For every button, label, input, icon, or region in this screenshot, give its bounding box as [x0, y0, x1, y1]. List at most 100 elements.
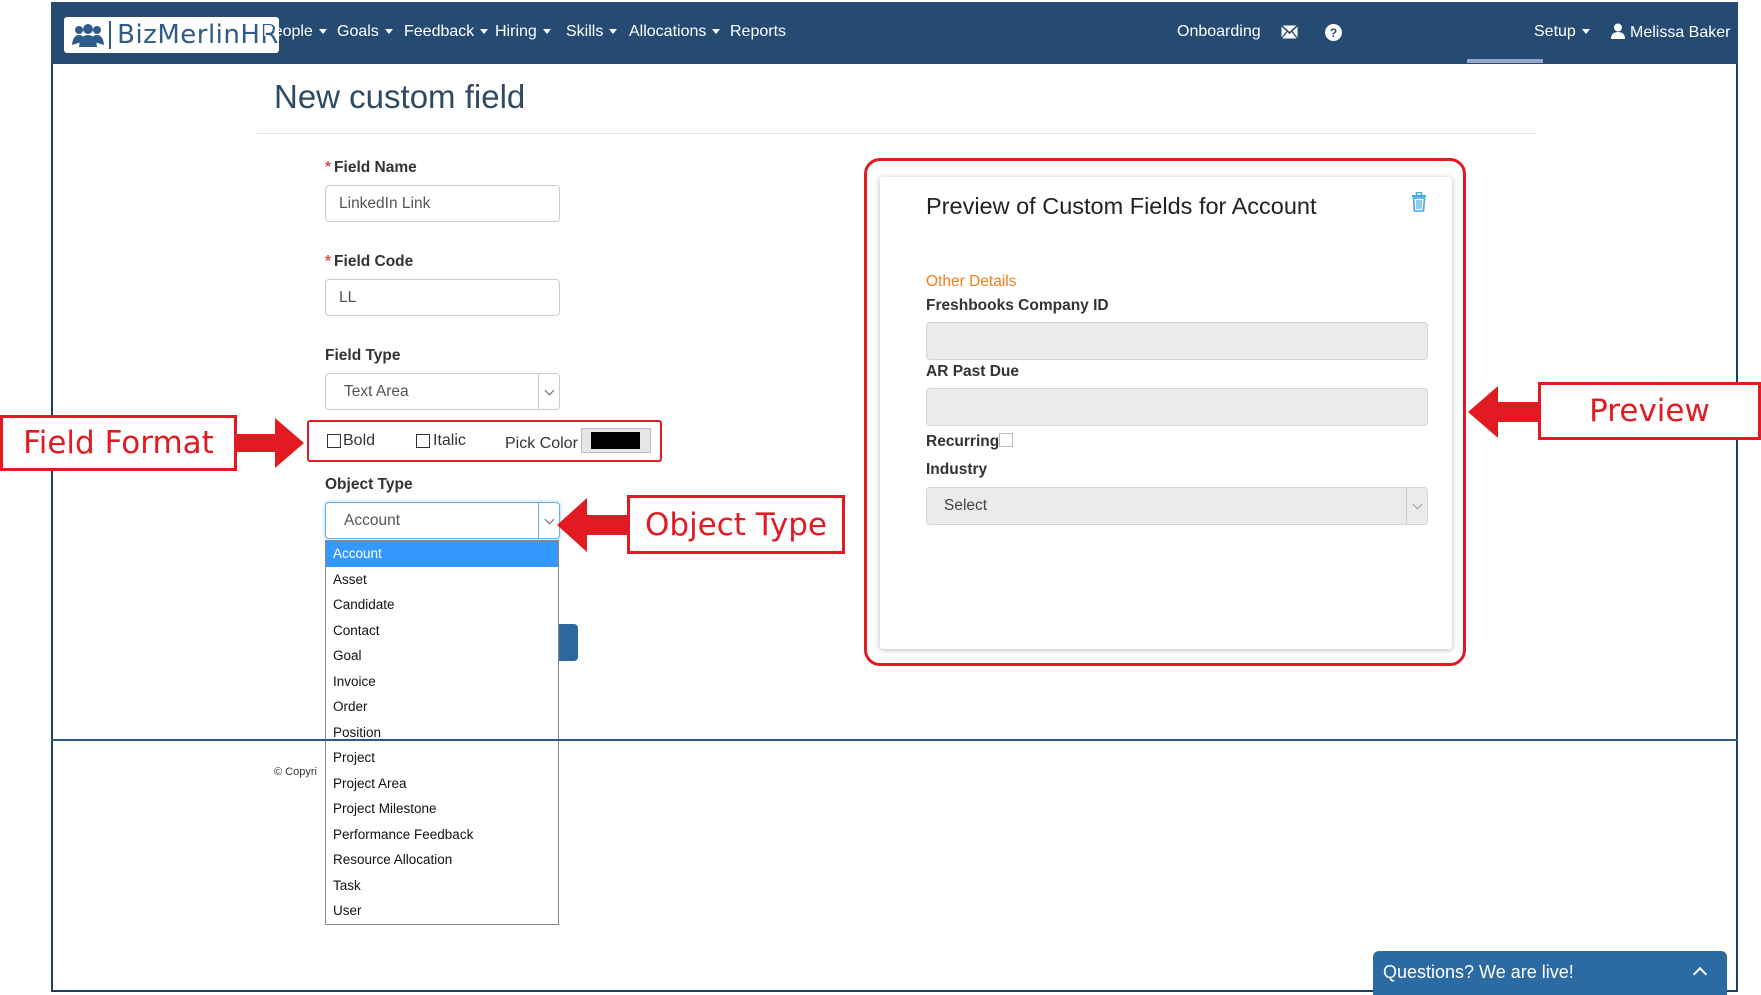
color-picker-button[interactable] [581, 428, 651, 453]
recurring-checkbox[interactable] [999, 433, 1013, 447]
caret-down-icon [542, 29, 551, 35]
nav-hiring[interactable]: Hiring [495, 23, 551, 41]
dropdown-option[interactable]: User [326, 898, 558, 924]
left-arrow-icon [1468, 386, 1540, 438]
industry-label: Industry [926, 461, 988, 478]
brand-separator [109, 21, 112, 49]
section-heading: Other Details [926, 273, 1017, 290]
nav-skills[interactable]: Skills [566, 23, 618, 41]
preview-title: Preview of Custom Fields for Account [926, 193, 1317, 219]
left-arrow-icon [557, 498, 629, 552]
field-name-label-text: Field Name [334, 159, 417, 176]
page-title: New custom field [274, 78, 526, 115]
dropdown-option[interactable]: Task [326, 873, 558, 899]
setup-active-indicator [1467, 59, 1543, 63]
nav-allocations[interactable]: Allocations [629, 23, 721, 41]
caret-down-icon [1581, 29, 1590, 35]
object-type-callout: Object Type [627, 495, 845, 554]
chevron-down-icon [538, 374, 559, 409]
chevron-up-icon[interactable] [1692, 966, 1708, 982]
nav-hiring-label: Hiring [495, 23, 537, 40]
nav-feedback-label: Feedback [404, 23, 475, 40]
dropdown-option[interactable]: Order [326, 694, 558, 720]
nav-setup[interactable]: Setup [1534, 23, 1590, 41]
field-format-callout: Field Format [0, 415, 237, 471]
italic-label: Italic [433, 432, 466, 449]
nav-allocations-label: Allocations [629, 23, 707, 40]
nav-people[interactable]: People [263, 23, 327, 41]
chevron-down-icon [1406, 488, 1427, 524]
object-type-label: Object Type [325, 476, 413, 493]
color-swatch [591, 432, 640, 449]
preview-callout: Preview [1538, 382, 1761, 440]
brand-name: BizMerlinHR [117, 20, 279, 50]
svg-text:?: ? [1330, 26, 1337, 40]
industry-select[interactable]: Select [926, 487, 1428, 525]
field-name-input[interactable]: LinkedIn Link [325, 185, 560, 222]
object-type-value: Account [344, 511, 401, 529]
dropdown-option[interactable]: Position [326, 720, 558, 746]
required-asterisk: * [325, 253, 332, 270]
nav-goals-label: Goals [337, 23, 379, 40]
field-code-input[interactable]: LL [325, 279, 560, 316]
chevron-down-icon [538, 503, 559, 538]
field-type-select[interactable]: Text Area [325, 373, 560, 410]
field-code-label: * Field Code [325, 253, 413, 271]
caret-down-icon [609, 29, 618, 35]
caret-down-icon [480, 29, 489, 35]
nav-onboarding[interactable]: Onboarding [1177, 23, 1261, 41]
user-name: Melissa Baker [1630, 24, 1731, 41]
live-chat-widget[interactable]: Questions? We are live! [1373, 951, 1727, 995]
pick-color-label: Pick Color [505, 435, 578, 452]
field-code-label-text: Field Code [334, 253, 414, 270]
envelope-icon[interactable] [1280, 24, 1299, 44]
dropdown-option[interactable]: Project Area [326, 771, 558, 797]
field-type-value: Text Area [344, 382, 409, 400]
brand-logo[interactable]: BizMerlinHR [64, 17, 279, 53]
user-icon [1611, 23, 1625, 44]
dropdown-option[interactable]: Asset [326, 567, 558, 593]
dropdown-option[interactable]: Performance Feedback [326, 822, 558, 848]
nav-setup-label: Setup [1534, 23, 1576, 40]
ar-past-due-input[interactable] [926, 388, 1428, 426]
ar-past-due-label: AR Past Due [926, 363, 1020, 380]
caret-down-icon [318, 29, 327, 35]
nav-goals[interactable]: Goals [337, 23, 393, 41]
nav-user[interactable]: Melissa Baker [1611, 23, 1730, 44]
nav-reports[interactable]: Reports [730, 23, 786, 41]
nav-skills-label: Skills [566, 23, 604, 40]
caret-down-icon [384, 29, 393, 35]
bold-checkbox[interactable] [327, 434, 341, 448]
freshbooks-input[interactable] [926, 322, 1428, 360]
dropdown-option[interactable]: Project [326, 745, 558, 771]
object-type-select[interactable]: Account [325, 502, 560, 539]
nav-feedback[interactable]: Feedback [404, 23, 489, 41]
italic-checkbox[interactable] [416, 434, 430, 448]
bold-label: Bold [343, 432, 376, 449]
industry-value: Select [944, 497, 988, 514]
nav-reports-label: Reports [730, 23, 787, 40]
right-arrow-icon [237, 418, 304, 468]
required-asterisk: * [325, 159, 332, 176]
footer-divider [51, 739, 1738, 741]
recurring-label: Recurring [926, 433, 1000, 450]
field-type-label: Field Type [325, 347, 401, 364]
dropdown-option[interactable]: Account [326, 541, 558, 567]
dropdown-option[interactable]: Contact [326, 618, 558, 644]
dropdown-option[interactable]: Goal [326, 643, 558, 669]
help-icon[interactable]: ? [1325, 24, 1342, 46]
dropdown-option[interactable]: Invoice [326, 669, 558, 695]
trash-icon[interactable] [1411, 191, 1427, 212]
nav-people-label: People [263, 23, 313, 40]
object-type-dropdown-list: Account Asset Candidate Contact Goal Invoice O… [325, 540, 559, 925]
copyright-text: © Copyri [274, 766, 317, 778]
chat-label: Questions? We are live! [1383, 962, 1574, 982]
dropdown-option[interactable]: Resource Allocation [326, 847, 558, 873]
field-name-label: * Field Name [325, 159, 417, 177]
dropdown-option[interactable]: Project Milestone [326, 796, 558, 822]
freshbooks-label: Freshbooks Company ID [926, 297, 1109, 314]
people-group-icon [70, 21, 105, 49]
dropdown-option[interactable]: Candidate [326, 592, 558, 618]
top-navbar: BizMerlinHR People Goals Feedback Hiring… [51, 2, 1738, 64]
field-format-row: Bold Italic Pick Color [307, 420, 662, 462]
